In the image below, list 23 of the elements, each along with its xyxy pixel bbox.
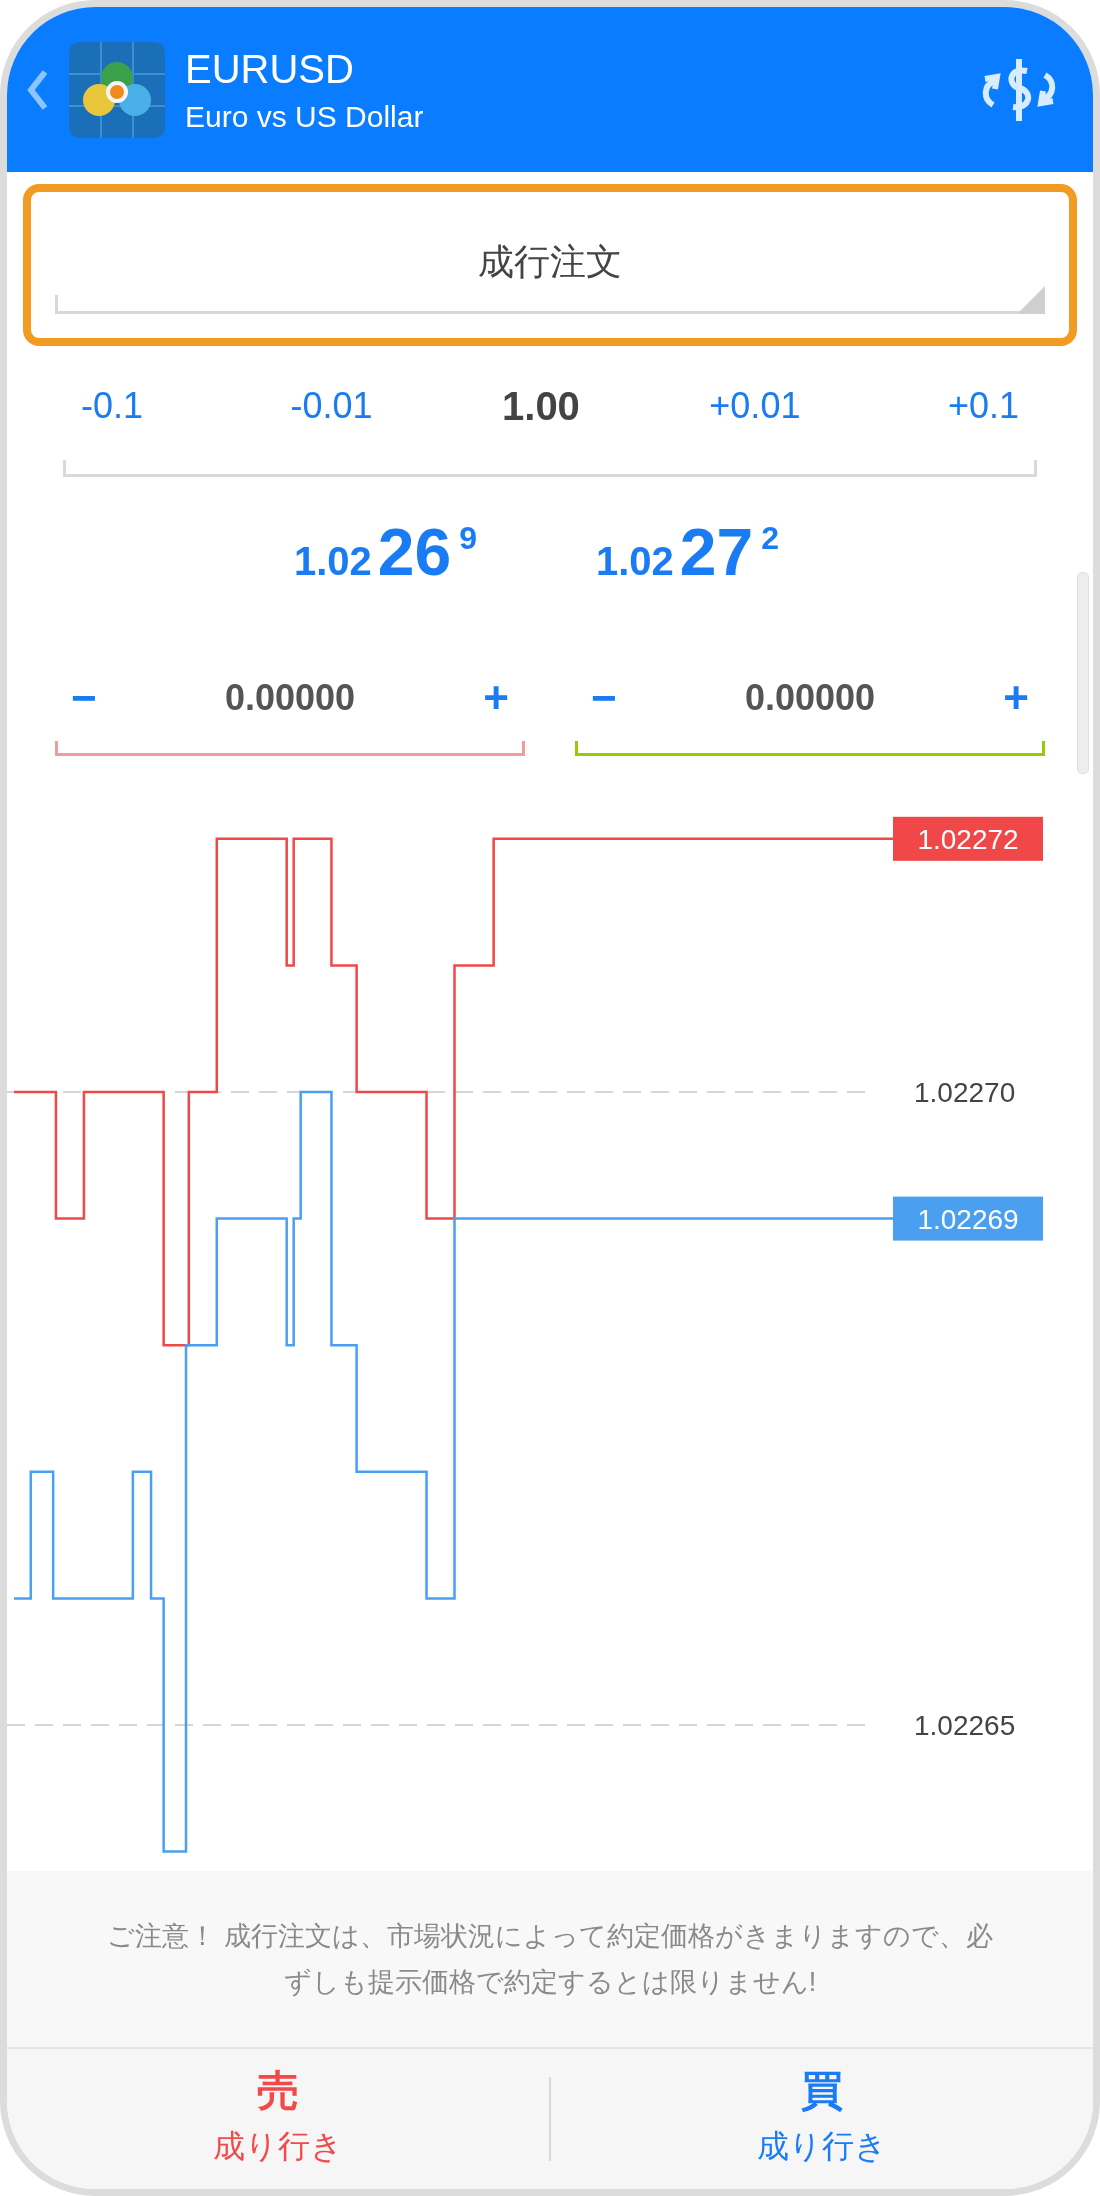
- stop-loss-field[interactable]: 0.00000: [224, 677, 356, 719]
- volume-step-button[interactable]: +0.01: [691, 379, 819, 433]
- buy-button[interactable]: 買 成り行き: [551, 2049, 1093, 2189]
- price-tag: 1.02272: [893, 816, 1043, 861]
- take-profit-field[interactable]: 0.00000: [744, 677, 876, 719]
- symbol-description: Euro vs US Dollar: [185, 99, 425, 134]
- volume-step-button[interactable]: -0.1: [63, 379, 162, 433]
- app-logo-icon: [69, 41, 165, 138]
- volume-step-button[interactable]: +0.1: [929, 379, 1037, 433]
- grid-price-label: 1.02265: [914, 1710, 1016, 1741]
- symbol-title: EURUSD: [185, 45, 355, 92]
- increase-button[interactable]: +: [987, 673, 1045, 723]
- price-tag: 1.02269: [893, 1196, 1043, 1241]
- increase-button[interactable]: +: [467, 673, 525, 723]
- sell-button[interactable]: 売 成り行き: [7, 2049, 549, 2189]
- back-icon[interactable]: [27, 67, 49, 112]
- decrease-button[interactable]: −: [55, 673, 113, 723]
- volume-value[interactable]: 1.00: [502, 383, 580, 429]
- volume-step-button[interactable]: -0.01: [272, 379, 391, 433]
- notice-text: ご注意！ 成行注文は、市場状況によって約定価格がきまりますので、必ずしも提示価格で約定するとは限りません!: [107, 1920, 993, 1999]
- decrease-button[interactable]: −: [575, 673, 633, 723]
- grid-price-label: 1.02270: [914, 1077, 1016, 1108]
- scrollbar[interactable]: [1077, 572, 1089, 774]
